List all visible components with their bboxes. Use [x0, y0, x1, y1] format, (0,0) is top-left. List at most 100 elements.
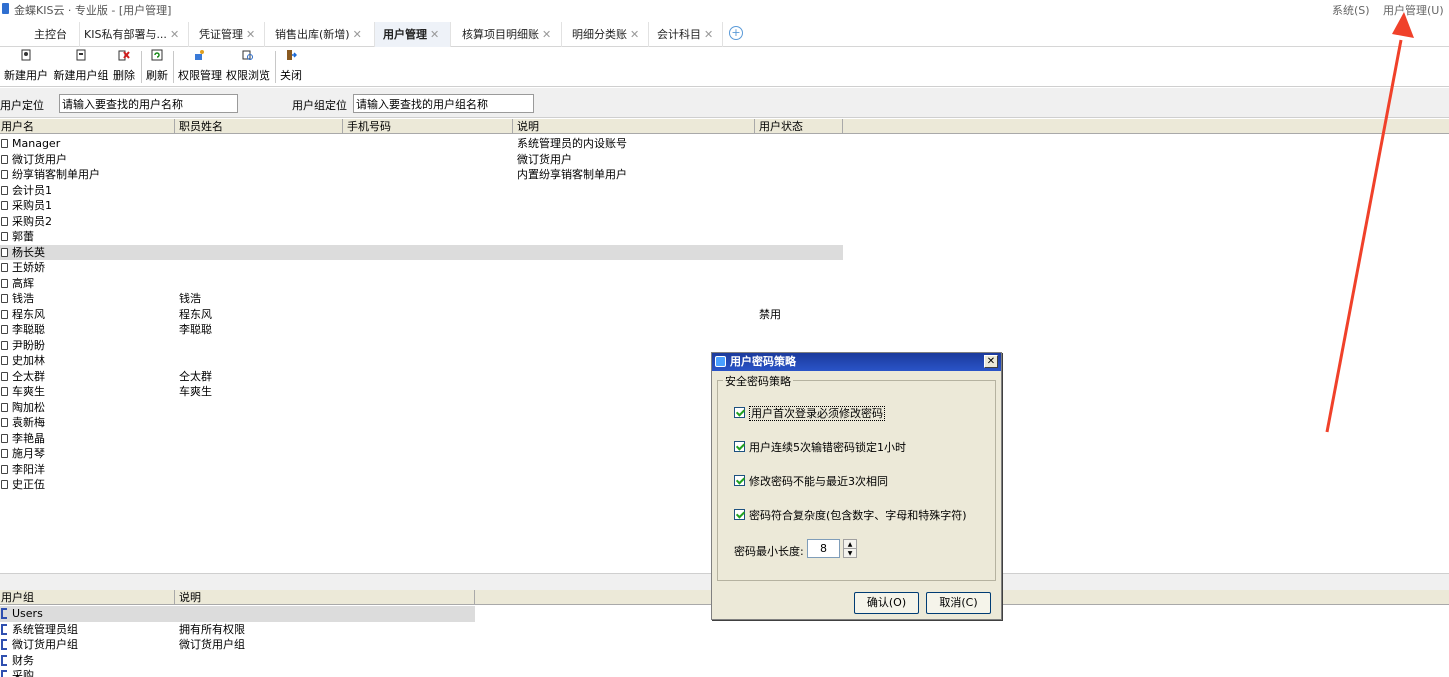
tab-voucher[interactable]: 凭证管理 ✕ [189, 22, 265, 47]
menu-system[interactable]: 系统(S) [1332, 2, 1370, 18]
group-description-cell: 微订货用户组 [179, 638, 245, 651]
checkbox[interactable] [734, 475, 745, 486]
new-group-button[interactable]: 新建用户组 [53, 49, 109, 85]
column-header-phone[interactable]: 手机号码 [343, 119, 513, 134]
table-row[interactable]: 系统管理员组 拥有所有权限 [0, 622, 1449, 638]
table-row[interactable]: Manager 系统管理员的内设账号 [0, 136, 1449, 152]
table-row[interactable]: 采购 [0, 668, 1449, 677]
close-icon[interactable]: ✕ [630, 28, 639, 41]
ok-button[interactable]: 确认(O) [854, 592, 919, 614]
table-row[interactable]: 采购员2 [0, 214, 1449, 230]
user-icon [1, 325, 8, 334]
tab-kis-private[interactable]: KIS私有部署与... ✕ [80, 22, 189, 47]
tab-chart-of-accounts[interactable]: 会计科目 ✕ [649, 22, 723, 47]
table-row[interactable]: 纷享销客制单用户 内置纷享销客制单用户 [0, 167, 1449, 183]
close-icon[interactable]: ✕ [353, 28, 362, 41]
option-complexity[interactable]: 密码符合复杂度(包含数字、字母和特殊字符) [734, 507, 967, 523]
button-label: 新建用户组 [53, 69, 109, 82]
column-header-employee[interactable]: 职员姓名 [175, 119, 343, 134]
user-name-cell: 钱浩 [12, 292, 34, 305]
close-icon[interactable]: ✕ [704, 28, 713, 41]
permission-manage-button[interactable]: 权限管理 [177, 49, 223, 85]
column-header-description[interactable]: 说明 [513, 119, 755, 134]
group-locate-label: 用户组定位 [292, 99, 347, 112]
table-row[interactable]: 微订货用户 微订货用户 [0, 152, 1449, 168]
employee-cell: 车爽生 [179, 385, 212, 398]
close-icon[interactable]: ✕ [542, 28, 551, 41]
group-name-cell: Users [12, 607, 43, 620]
column-header-username[interactable]: 用户名 [0, 119, 175, 134]
checkbox[interactable] [734, 441, 745, 452]
option-lockout[interactable]: 用户连续5次输错密码锁定1小时 [734, 439, 906, 455]
dialog-close-icon[interactable]: ✕ [984, 355, 998, 368]
table-row[interactable]: 程东风 程东风 禁用 [0, 307, 1449, 323]
table-row[interactable]: 高辉 [0, 276, 1449, 292]
checkbox[interactable] [734, 407, 745, 418]
user-icon [1, 418, 8, 427]
user-icon [1, 170, 8, 179]
permission-browse-icon [242, 50, 253, 60]
user-icon [1, 139, 8, 148]
password-policy-dialog: 用户密码策略 ✕ 安全密码策略 用户首次登录必须修改密码 用户连续5次输错密码锁… [711, 352, 1002, 620]
column-header-status[interactable]: 用户状态 [755, 119, 843, 134]
dialog-titlebar[interactable]: 用户密码策略 ✕ [712, 353, 1001, 371]
group-name-cell: 采购 [12, 669, 34, 677]
table-row[interactable]: 杨长英 [0, 244, 843, 260]
user-search-input[interactable] [59, 94, 238, 113]
user-icon [1, 309, 8, 319]
table-row[interactable]: Users [0, 606, 475, 622]
option-first-login-change[interactable]: 用户首次登录必须修改密码 [734, 405, 885, 421]
close-icon[interactable]: ✕ [430, 28, 439, 41]
table-row[interactable]: 会计员1 [0, 183, 1449, 199]
user-name-cell: 高辉 [12, 276, 34, 290]
close-icon[interactable]: ✕ [246, 28, 255, 41]
description-cell: 内置纷享销客制单用户 [517, 168, 627, 181]
new-user-button[interactable]: 新建用户 [3, 49, 49, 85]
refresh-button[interactable]: 刷新 [144, 49, 170, 85]
close-icon[interactable]: ✕ [170, 28, 179, 41]
status-cell: 禁用 [759, 307, 781, 321]
tab-detail-ledger[interactable]: 明细分类账 ✕ [562, 22, 649, 47]
tab-console[interactable]: 主控台 [25, 22, 80, 47]
table-row[interactable]: 钱浩 钱浩 [0, 291, 1449, 307]
add-tab-icon[interactable]: + [729, 26, 743, 40]
tab-account-detail[interactable]: 核算项目明细账 ✕ [451, 22, 562, 47]
table-row[interactable]: 郭蕾 [0, 229, 1449, 245]
column-header-group-desc[interactable]: 说明 [175, 590, 475, 605]
tab-sales-out[interactable]: 销售出库(新增) ✕ [265, 22, 375, 47]
toolbar: 新建用户 新建用户组 删除 刷新 权限管理 权限浏览 关闭 [0, 47, 1449, 87]
spin-up-icon[interactable]: ▲ [844, 540, 856, 549]
cancel-button[interactable]: 取消(C) [926, 592, 991, 614]
close-button[interactable]: 关闭 [278, 49, 304, 85]
option-no-reuse[interactable]: 修改密码不能与最近3次相同 [734, 473, 888, 489]
checkbox[interactable] [734, 509, 745, 520]
tab-label: 核算项目明细账 [462, 28, 539, 41]
user-icon [1, 216, 8, 226]
user-icon [1, 402, 8, 412]
table-row[interactable]: 财务 [0, 653, 1449, 669]
delete-button[interactable]: 删除 [111, 49, 137, 85]
user-name-cell: 李阳洋 [12, 462, 45, 476]
tab-user-management[interactable]: 用户管理 ✕ [375, 22, 451, 47]
table-row[interactable]: 尹盼盼 [0, 338, 1449, 354]
table-row[interactable]: 采购员1 [0, 198, 1449, 214]
dialog-title: 用户密码策略 [730, 355, 796, 368]
user-name-cell: 杨长英 [12, 245, 45, 259]
column-header-group[interactable]: 用户组 [0, 590, 175, 605]
group-search-input[interactable] [353, 94, 534, 113]
min-length-input[interactable]: 8 [807, 539, 840, 558]
table-row[interactable]: 微订货用户组 微订货用户组 [0, 637, 1449, 653]
min-length-stepper[interactable]: ▲ ▼ [843, 539, 857, 558]
group-icon [1, 639, 7, 650]
spin-down-icon[interactable]: ▼ [844, 549, 856, 558]
user-name-cell: 程东风 [12, 307, 45, 321]
table-row[interactable]: 李聪聪 李聪聪 [0, 322, 1449, 338]
user-name-cell: 会计员1 [12, 183, 52, 197]
table-row[interactable]: 王娇娇 [0, 260, 1449, 276]
permission-browse-button[interactable]: 权限浏览 [225, 49, 271, 85]
group-name-cell: 微订货用户组 [12, 638, 78, 651]
menu-user-management[interactable]: 用户管理(U) [1383, 2, 1444, 18]
tab-label: 主控台 [34, 28, 67, 41]
button-label: 删除 [113, 69, 135, 82]
delete-icon [118, 50, 130, 61]
